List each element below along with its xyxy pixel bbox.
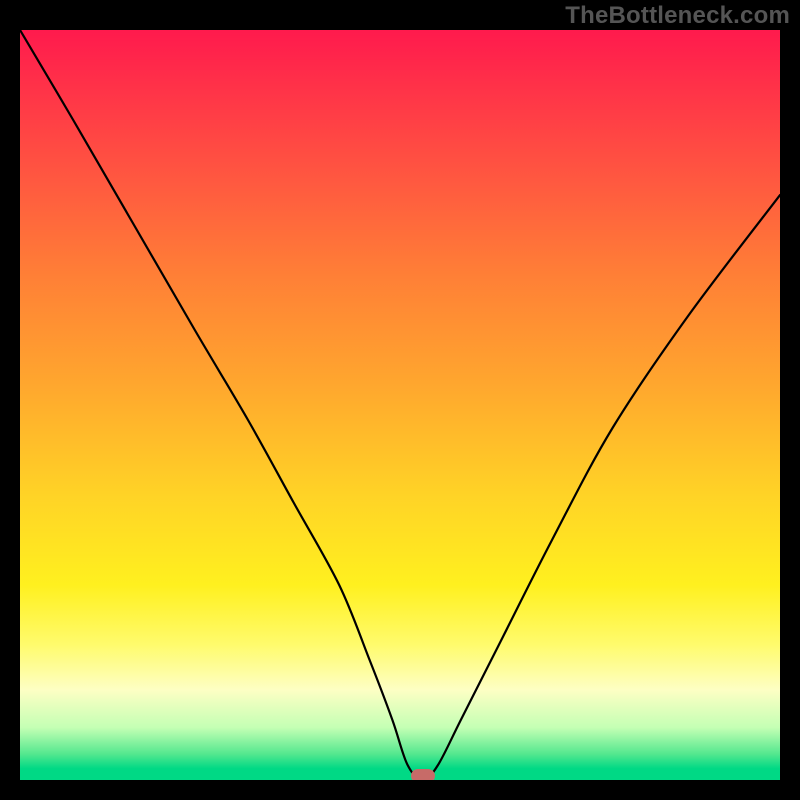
chart-frame: TheBottleneck.com — [0, 0, 800, 800]
bottleneck-curve — [20, 30, 780, 780]
minimum-marker — [411, 769, 435, 780]
plot-area — [20, 30, 780, 780]
watermark-text: TheBottleneck.com — [565, 2, 790, 30]
